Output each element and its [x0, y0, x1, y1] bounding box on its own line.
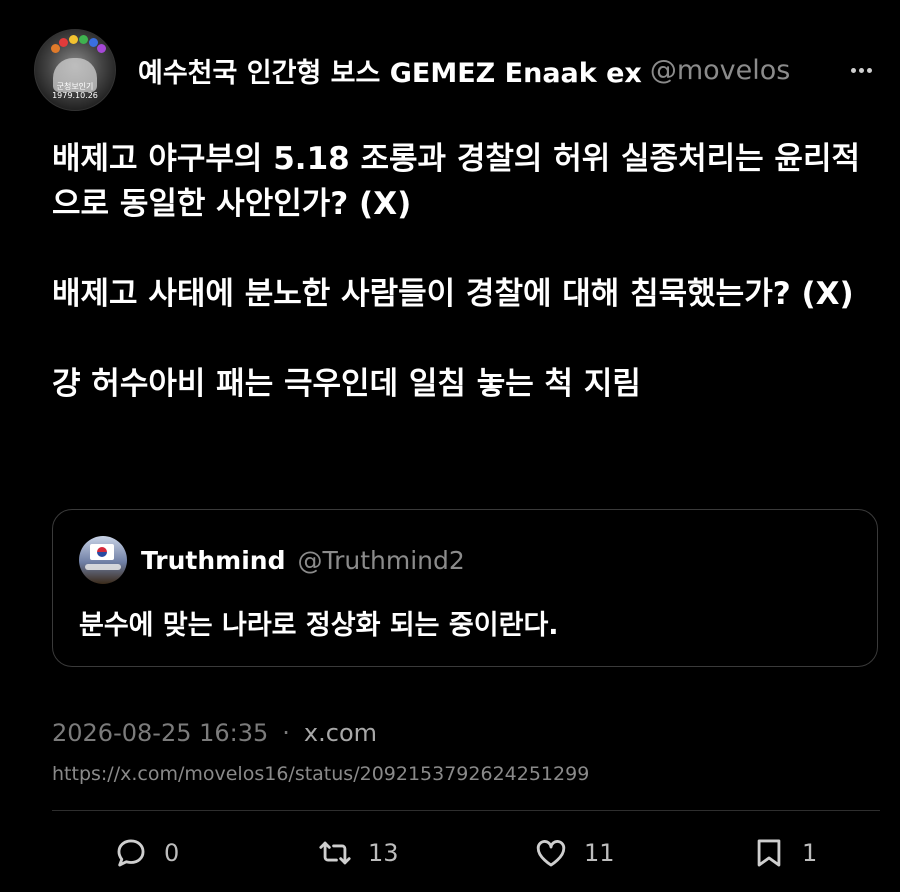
post-paragraph: 걍 허수아비 패는 극우인데 일침 놓는 척 지림 [52, 366, 641, 402]
more-dot [850, 67, 856, 73]
avatar-caption: 군청보인기 1979.10.26 [52, 82, 98, 100]
site-label: x.com [303, 719, 378, 747]
quoted-text: 분수에 맞는 나라로 정상화 되는 중이란다. [79, 610, 559, 641]
post-paragraph: 배제고 야구부의 5.18 조롱과 경찰의 허위 실종처리는 윤리적으로 동일한… [52, 141, 860, 222]
post-header: 군청보인기 1979.10.26 예수천국 인간형 보스 GEMEZ Enaak … [34, 26, 874, 114]
quoted-header: Truthmind @Truthmind2 [79, 536, 465, 584]
author-avatar[interactable]: 군청보인기 1979.10.26 [34, 29, 116, 111]
like-icon [536, 840, 566, 867]
quoted-author-handle[interactable]: @Truthmind2 [298, 546, 465, 575]
action-bar: 0 13 11 1 [52, 830, 880, 876]
avatar-dot [51, 44, 60, 53]
bookmark-count: 1 [802, 839, 818, 867]
author-display-name[interactable]: 예수천국 인간형 보스 GEMEZ Enaak ex [138, 51, 642, 90]
more-dot [866, 67, 872, 73]
post-url[interactable]: https://x.com/movelos16/status/209215379… [52, 763, 589, 785]
avatar-script [85, 564, 121, 570]
quoted-post[interactable]: Truthmind @Truthmind2 분수에 맞는 나라로 정상화 되는 … [52, 509, 878, 667]
meta-separator: · [282, 719, 290, 747]
taegeuk-symbol [97, 547, 107, 557]
author-handle[interactable]: @movelos16 [650, 55, 790, 86]
bookmark-button[interactable]: 1 [752, 830, 817, 876]
post-meta: 2026-08-25 16:35 · x.com [52, 719, 377, 747]
post-timestamp[interactable]: 2026-08-25 16:35 [52, 719, 268, 747]
more-icon[interactable] [848, 57, 874, 83]
author-name-row: 예수천국 인간형 보스 GEMEZ Enaak ex @movelos16 [138, 50, 874, 90]
repost-button[interactable]: 13 [318, 830, 399, 876]
avatar-dot [69, 35, 78, 44]
bookmark-icon [757, 839, 781, 867]
reply-count: 0 [164, 839, 180, 867]
quoted-author-name[interactable]: Truthmind [141, 546, 286, 575]
divider [52, 810, 880, 811]
avatar-dot [59, 38, 68, 47]
quoted-avatar[interactable] [79, 536, 127, 584]
post-card: 군청보인기 1979.10.26 예수천국 인간형 보스 GEMEZ Enaak … [16, 4, 884, 886]
avatar-dot [97, 44, 106, 53]
repost-icon [319, 841, 351, 865]
like-count: 11 [584, 839, 615, 867]
reply-button[interactable]: 0 [114, 830, 179, 876]
reply-icon [117, 839, 145, 867]
avatar-dot [79, 35, 88, 44]
like-button[interactable]: 11 [534, 830, 615, 876]
more-dot [858, 67, 864, 73]
repost-count: 13 [368, 839, 399, 867]
post-text: 배제고 야구부의 5.18 조롱과 경찰의 허위 실종처리는 윤리적으로 동일한… [52, 137, 872, 407]
post-paragraph: 배제고 사태에 분노한 사람들이 경찰에 대해 침묵했는가? (X) [52, 276, 854, 312]
